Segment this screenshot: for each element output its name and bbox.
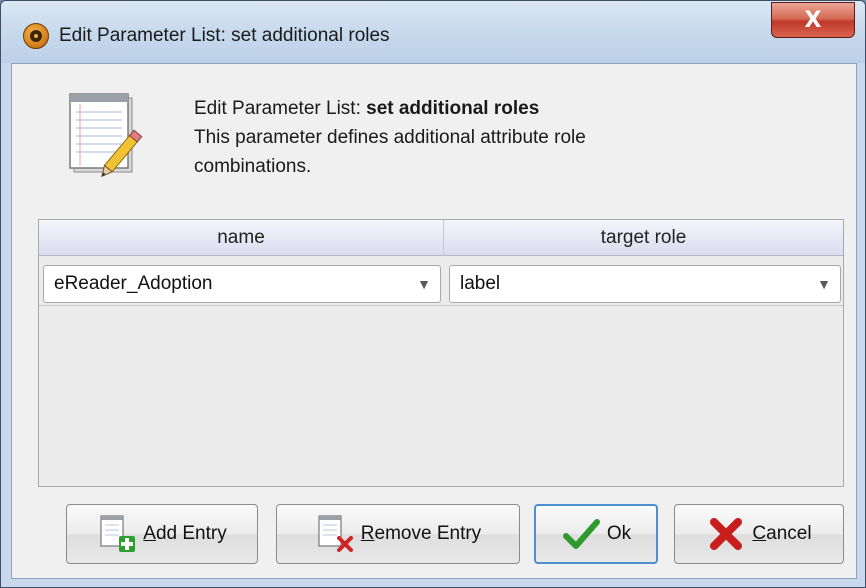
column-header-target-role[interactable]: target role <box>444 220 843 256</box>
cancel-label: Cancel <box>752 523 812 544</box>
description-prefix: Edit Parameter List: <box>194 98 367 119</box>
add-entry-label: Add Entry <box>143 523 227 544</box>
parameter-name: set additional roles <box>366 98 540 119</box>
target-role-value: label <box>460 273 501 294</box>
parameter-description: Edit Parameter List: set additional role… <box>194 94 834 181</box>
parameter-table: name target role eReader_Adoption ▼ labe… <box>38 219 844 487</box>
ok-label: Ok <box>606 523 632 544</box>
notepad-pencil-icon <box>69 93 143 178</box>
window-title: Edit Parameter List: set additional role… <box>59 25 390 46</box>
button-bar: Add Entry Remove Entry Ok Cancel <box>12 500 856 570</box>
title-bar[interactable]: Edit Parameter List: set additional role… <box>1 1 865 63</box>
checkmark-icon <box>562 519 600 549</box>
cancel-x-icon <box>710 518 743 550</box>
cancel-button[interactable]: Cancel <box>674 504 844 564</box>
remove-entry-button[interactable]: Remove Entry <box>276 504 520 564</box>
close-button[interactable]: X <box>771 2 855 38</box>
remove-entry-icon <box>318 515 353 552</box>
dialog-header: Edit Parameter List: set additional role… <box>12 64 856 206</box>
table-row: eReader_Adoption ▼ label ▼ <box>39 256 843 306</box>
name-combobox[interactable]: eReader_Adoption ▼ <box>43 265 441 303</box>
chevron-down-icon[interactable]: ▼ <box>808 266 840 302</box>
app-logo-icon <box>23 23 49 49</box>
dialog-body: Edit Parameter List: set additional role… <box>11 63 857 579</box>
chevron-down-icon[interactable]: ▼ <box>408 266 440 302</box>
dialog-window: Edit Parameter List: set additional role… <box>0 0 866 588</box>
add-entry-button[interactable]: Add Entry <box>66 504 258 564</box>
table-header: name target role <box>39 220 843 256</box>
add-entry-icon <box>100 515 136 552</box>
target-role-combobox[interactable]: label ▼ <box>449 265 841 303</box>
column-header-name[interactable]: name <box>39 220 444 256</box>
ok-button[interactable]: Ok <box>534 504 658 564</box>
name-value: eReader_Adoption <box>54 273 213 294</box>
description-line-2: This parameter defines additional attrib… <box>194 127 586 148</box>
description-line-3: combinations. <box>194 156 312 177</box>
remove-entry-label: Remove Entry <box>360 523 482 544</box>
